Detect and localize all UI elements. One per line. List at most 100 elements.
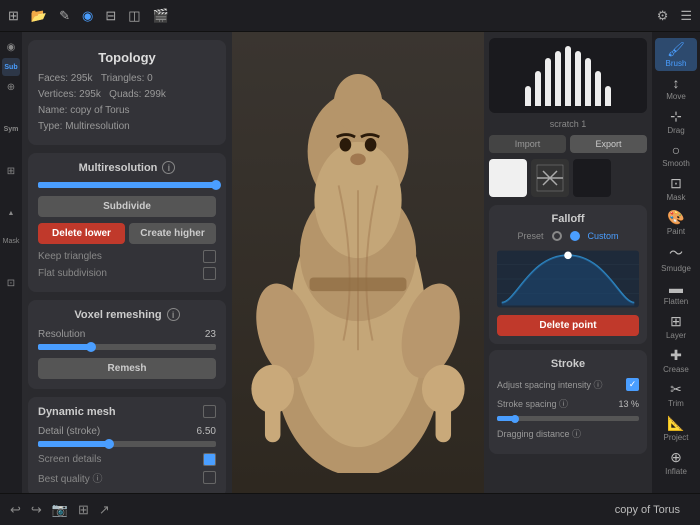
bottom-icon-redo[interactable]: ↪	[31, 502, 42, 518]
tool-smudge[interactable]: 〜 Smudge	[655, 240, 697, 276]
alpha-swatch-white[interactable]	[489, 159, 527, 197]
topology-card: Topology Faces: 295k Triangles: 0 Vertic…	[28, 40, 226, 145]
bottom-icon-undo[interactable]: ↩	[10, 502, 21, 518]
dynamic-mesh-section: Dynamic mesh Detail (stroke) 6.50 Screen…	[28, 397, 226, 493]
import-button[interactable]: Import	[489, 135, 566, 153]
alpha-swatch-dark[interactable]	[573, 159, 611, 197]
crease-tool-label: Crease	[663, 365, 689, 374]
multiresolution-info-icon[interactable]: i	[162, 161, 175, 174]
tool-trim[interactable]: ✂ Trim	[655, 378, 697, 411]
spacing-intensity-row: Adjust spacing intensity ⓘ ✓	[497, 378, 639, 391]
smudge-tool-icon: 〜	[669, 243, 683, 263]
tool-smooth[interactable]: ○ Smooth	[655, 139, 697, 171]
toolbar-icon-video[interactable]: 🎬	[153, 8, 169, 24]
tool-mask[interactable]: ⊡ Mask	[655, 172, 697, 205]
screen-details-checkbox[interactable]	[203, 453, 216, 466]
brush-lines	[525, 46, 611, 106]
dynamic-mesh-header: Dynamic mesh	[38, 405, 216, 418]
keep-triangles-checkbox[interactable]	[203, 250, 216, 263]
model-container	[232, 32, 484, 493]
delete-point-button[interactable]: Delete point	[497, 315, 639, 336]
layer-tool-icon: ⊞	[670, 313, 682, 330]
paint-tool-icon: 🎨	[667, 209, 684, 226]
toolbar-icon-grid[interactable]: ⊞	[8, 8, 19, 24]
tool-drag[interactable]: ⊹ Drag	[655, 105, 697, 138]
left-icon-smooth[interactable]: ▲	[2, 204, 20, 222]
toolbar-icon-menu[interactable]: ☰	[680, 8, 692, 24]
flatten-tool-icon: ▬	[669, 280, 683, 296]
tool-crease[interactable]: ✚ Crease	[655, 344, 697, 377]
best-quality-checkbox[interactable]	[203, 471, 216, 484]
topology-title: Topology	[38, 50, 216, 65]
preset-toggle-dot[interactable]	[552, 231, 562, 241]
left-icon-sub[interactable]: Sub	[2, 58, 20, 76]
detail-row: Detail (stroke) 6.50	[38, 426, 216, 437]
export-button[interactable]: Export	[570, 135, 647, 153]
voxel-info-icon[interactable]: i	[167, 308, 180, 321]
left-icon-sym[interactable]: Sym	[2, 120, 20, 138]
voxel-section: Voxel remeshing i Resolution 23 Remesh	[28, 300, 226, 389]
bottom-icon-grid[interactable]: ⊞	[78, 502, 89, 518]
left-icon-circle[interactable]: ◉	[2, 38, 20, 56]
tool-move[interactable]: ↕ Move	[655, 72, 697, 104]
mask-tool-label: Mask	[666, 193, 685, 202]
project-tool-icon: 📐	[667, 415, 684, 432]
tool-project[interactable]: 📐 Project	[655, 412, 697, 445]
alpha-swatch-preview[interactable]	[531, 159, 569, 197]
remesh-button[interactable]: Remesh	[38, 358, 216, 379]
brush-line-7	[585, 58, 591, 106]
tool-brush[interactable]: 🖌 Brush	[655, 38, 697, 71]
brush-name-label: scratch 1	[489, 119, 647, 129]
tool-layer[interactable]: ⊞ Layer	[655, 310, 697, 343]
brush-line-2	[535, 71, 541, 106]
brush-line-3	[545, 58, 551, 106]
move-tool-label: Move	[666, 92, 686, 101]
toolbar-icon-minus[interactable]: ⊟	[105, 8, 116, 24]
delete-lower-button[interactable]: Delete lower	[38, 223, 125, 244]
bottom-icon-camera[interactable]: 📷	[52, 502, 68, 518]
left-icon-square[interactable]: ⊡	[2, 274, 20, 292]
custom-toggle-dot[interactable]	[570, 231, 580, 241]
mask-tool-icon: ⊡	[670, 175, 682, 192]
dynamic-mesh-toggle[interactable]	[203, 405, 216, 418]
flat-subdivision-checkbox[interactable]	[203, 267, 216, 280]
spacing-intensity-checkbox[interactable]: ✓	[626, 378, 639, 391]
tool-flatten[interactable]: ▬ Flatten	[655, 277, 697, 309]
inflate-tool-icon: ⊕	[670, 449, 682, 466]
multiresolution-section: Multiresolution i Subdivide Delete lower…	[28, 153, 226, 292]
left-icon-plus[interactable]: ⊕	[2, 78, 20, 96]
toolbar-icon-folder[interactable]: 📂	[31, 8, 47, 24]
bottom-icon-share[interactable]: ↗	[99, 502, 110, 518]
tool-inflate[interactable]: ⊕ Inflate	[655, 446, 697, 479]
bottom-filename: copy of Torus	[615, 504, 680, 516]
right-tools: 🖌 Brush ↕ Move ⊹ Drag ○ Smooth ⊡ Mask 🎨 …	[652, 32, 700, 493]
dragging-distance-row: Dragging distance ⓘ	[497, 427, 639, 440]
right-panel: scratch 1 Import Export Falloff Pr	[484, 32, 652, 493]
inflate-tool-label: Inflate	[665, 467, 687, 476]
brush-line-8	[595, 71, 601, 106]
detail-slider[interactable]	[38, 441, 216, 447]
preset-option[interactable]: Preset	[517, 231, 543, 241]
subdivide-button[interactable]: Subdivide	[38, 196, 216, 217]
create-higher-button[interactable]: Create higher	[129, 223, 216, 244]
resolution-row: Resolution 23	[38, 329, 216, 340]
paint-tool-label: Paint	[667, 227, 685, 236]
toolbar-icon-edit[interactable]: ✎	[59, 8, 70, 24]
custom-option[interactable]: Custom	[588, 231, 619, 241]
crease-tool-icon: ✚	[670, 347, 682, 364]
left-icon-grid[interactable]: ⊞	[2, 162, 20, 180]
toolbar-icon-circle[interactable]: ◉	[82, 8, 93, 24]
voxel-slider[interactable]	[38, 344, 216, 350]
best-quality-row: Best quality ⓘ	[38, 470, 216, 485]
layer-tool-label: Layer	[666, 331, 686, 340]
stroke-spacing-slider[interactable]	[497, 416, 639, 421]
toolbar-icon-settings[interactable]: ⚙	[657, 8, 669, 24]
multiresolution-slider[interactable]	[38, 182, 216, 188]
falloff-svg	[497, 249, 639, 309]
toolbar-icon-frame[interactable]: ◫	[128, 8, 140, 24]
brush-line-9	[605, 86, 611, 106]
screen-details-row: Screen details	[38, 453, 216, 466]
tool-paint[interactable]: 🎨 Paint	[655, 206, 697, 239]
left-icon-mask[interactable]: Mask	[2, 232, 20, 250]
viewport[interactable]	[232, 32, 484, 493]
